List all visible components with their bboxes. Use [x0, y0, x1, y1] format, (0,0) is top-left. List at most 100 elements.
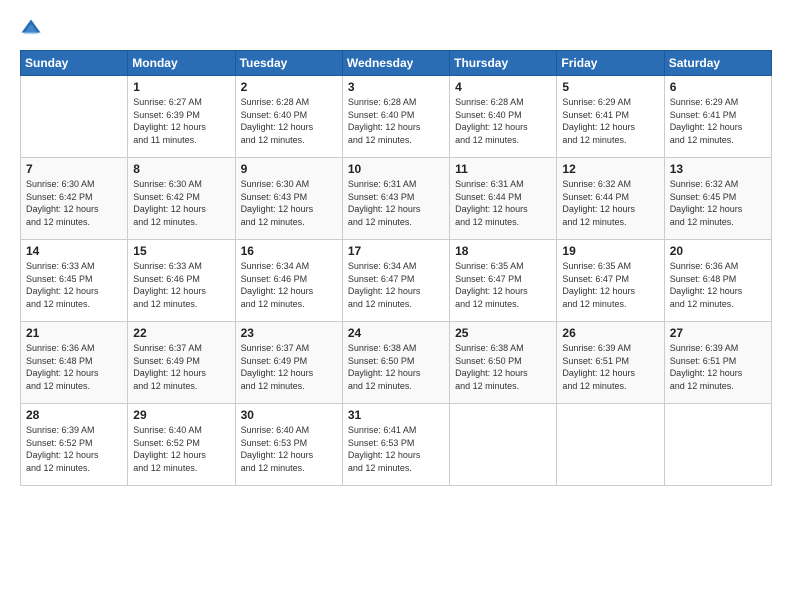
day-info: Sunrise: 6:38 AM Sunset: 6:50 PM Dayligh…: [348, 342, 444, 392]
day-info: Sunrise: 6:30 AM Sunset: 6:43 PM Dayligh…: [241, 178, 337, 228]
header: [20, 18, 772, 40]
day-cell: 22 Sunrise: 6:37 AM Sunset: 6:49 PM Dayli…: [128, 322, 235, 404]
day-number: 22: [133, 326, 229, 340]
day-cell: 11Sunrise: 6:31 AM Sunset: 6:44 PM Dayli…: [450, 158, 557, 240]
day-cell: 1 Sunrise: 6:27 AM Sunset: 6:39 PM Daylig…: [128, 76, 235, 158]
day-info: Sunrise: 6:34 AM Sunset: 6:47 PM Dayligh…: [348, 260, 444, 310]
day-number: 10: [348, 162, 444, 176]
calendar-table: SundayMondayTuesdayWednesdayThursdayFrid…: [20, 50, 772, 486]
day-number: 18: [455, 244, 551, 258]
day-number: 14: [26, 244, 122, 258]
day-cell: 20 Sunrise: 6:36 AM Sunset: 6:48 PM Dayli…: [664, 240, 771, 322]
day-cell: 27 Sunrise: 6:39 AM Sunset: 6:51 PM Dayli…: [664, 322, 771, 404]
day-number: 15: [133, 244, 229, 258]
day-info: Sunrise: 6:33 AM Sunset: 6:46 PM Dayligh…: [133, 260, 229, 310]
day-number: 11: [455, 162, 551, 176]
day-info: Sunrise: 6:30 AM Sunset: 6:42 PM Dayligh…: [26, 178, 122, 228]
day-cell: 28 Sunrise: 6:39 AM Sunset: 6:52 PM Dayli…: [21, 404, 128, 486]
day-number: 28: [26, 408, 122, 422]
week-row-1: 1 Sunrise: 6:27 AM Sunset: 6:39 PM Daylig…: [21, 76, 772, 158]
day-info: Sunrise: 6:39 AM Sunset: 6:52 PM Dayligh…: [26, 424, 122, 474]
day-cell: 2Sunrise: 6:28 AM Sunset: 6:40 PM Daylig…: [235, 76, 342, 158]
day-cell: [557, 404, 664, 486]
day-number: 8: [133, 162, 229, 176]
day-cell: 5 Sunrise: 6:29 AM Sunset: 6:41 PM Daylig…: [557, 76, 664, 158]
weekday-header-friday: Friday: [557, 51, 664, 76]
day-number: 6: [670, 80, 766, 94]
day-info: Sunrise: 6:37 AM Sunset: 6:49 PM Dayligh…: [133, 342, 229, 392]
day-cell: 17 Sunrise: 6:34 AM Sunset: 6:47 PM Dayli…: [342, 240, 449, 322]
day-info: Sunrise: 6:32 AM Sunset: 6:45 PM Dayligh…: [670, 178, 766, 228]
day-cell: 9 Sunrise: 6:30 AM Sunset: 6:43 PM Daylig…: [235, 158, 342, 240]
day-number: 9: [241, 162, 337, 176]
weekday-header-row: SundayMondayTuesdayWednesdayThursdayFrid…: [21, 51, 772, 76]
day-cell: 3Sunrise: 6:28 AM Sunset: 6:40 PM Daylig…: [342, 76, 449, 158]
day-number: 21: [26, 326, 122, 340]
day-info: Sunrise: 6:37 AM Sunset: 6:49 PM Dayligh…: [241, 342, 337, 392]
day-info: Sunrise: 6:40 AM Sunset: 6:53 PM Dayligh…: [241, 424, 337, 474]
day-cell: 23 Sunrise: 6:37 AM Sunset: 6:49 PM Dayli…: [235, 322, 342, 404]
day-info: Sunrise: 6:32 AM Sunset: 6:44 PM Dayligh…: [562, 178, 658, 228]
day-info: Sunrise: 6:41 AM Sunset: 6:53 PM Dayligh…: [348, 424, 444, 474]
day-number: 1: [133, 80, 229, 94]
day-cell: 19 Sunrise: 6:35 AM Sunset: 6:47 PM Dayli…: [557, 240, 664, 322]
week-row-2: 7 Sunrise: 6:30 AM Sunset: 6:42 PM Daylig…: [21, 158, 772, 240]
day-cell: 6Sunrise: 6:29 AM Sunset: 6:41 PM Daylig…: [664, 76, 771, 158]
weekday-header-sunday: Sunday: [21, 51, 128, 76]
day-cell: 29 Sunrise: 6:40 AM Sunset: 6:52 PM Dayli…: [128, 404, 235, 486]
day-info: Sunrise: 6:35 AM Sunset: 6:47 PM Dayligh…: [455, 260, 551, 310]
day-number: 17: [348, 244, 444, 258]
day-cell: 25Sunrise: 6:38 AM Sunset: 6:50 PM Dayli…: [450, 322, 557, 404]
calendar-page: SundayMondayTuesdayWednesdayThursdayFrid…: [0, 0, 792, 612]
day-number: 23: [241, 326, 337, 340]
logo-icon: [20, 18, 42, 40]
weekday-header-tuesday: Tuesday: [235, 51, 342, 76]
day-number: 12: [562, 162, 658, 176]
day-info: Sunrise: 6:28 AM Sunset: 6:40 PM Dayligh…: [348, 96, 444, 146]
day-number: 5: [562, 80, 658, 94]
day-number: 24: [348, 326, 444, 340]
weekday-header-thursday: Thursday: [450, 51, 557, 76]
week-row-4: 21 Sunrise: 6:36 AM Sunset: 6:48 PM Dayli…: [21, 322, 772, 404]
day-cell: 14 Sunrise: 6:33 AM Sunset: 6:45 PM Dayli…: [21, 240, 128, 322]
day-cell: [21, 76, 128, 158]
day-info: Sunrise: 6:33 AM Sunset: 6:45 PM Dayligh…: [26, 260, 122, 310]
week-row-3: 14 Sunrise: 6:33 AM Sunset: 6:45 PM Dayli…: [21, 240, 772, 322]
day-number: 16: [241, 244, 337, 258]
day-cell: 13 Sunrise: 6:32 AM Sunset: 6:45 PM Dayli…: [664, 158, 771, 240]
day-info: Sunrise: 6:35 AM Sunset: 6:47 PM Dayligh…: [562, 260, 658, 310]
day-info: Sunrise: 6:30 AM Sunset: 6:42 PM Dayligh…: [133, 178, 229, 228]
day-info: Sunrise: 6:27 AM Sunset: 6:39 PM Dayligh…: [133, 96, 229, 146]
day-info: Sunrise: 6:34 AM Sunset: 6:46 PM Dayligh…: [241, 260, 337, 310]
day-number: 19: [562, 244, 658, 258]
day-info: Sunrise: 6:36 AM Sunset: 6:48 PM Dayligh…: [26, 342, 122, 392]
day-number: 31: [348, 408, 444, 422]
day-cell: 18 Sunrise: 6:35 AM Sunset: 6:47 PM Dayli…: [450, 240, 557, 322]
day-cell: 30 Sunrise: 6:40 AM Sunset: 6:53 PM Dayli…: [235, 404, 342, 486]
day-cell: 8 Sunrise: 6:30 AM Sunset: 6:42 PM Daylig…: [128, 158, 235, 240]
day-info: Sunrise: 6:31 AM Sunset: 6:43 PM Dayligh…: [348, 178, 444, 228]
day-number: 20: [670, 244, 766, 258]
day-cell: 7 Sunrise: 6:30 AM Sunset: 6:42 PM Daylig…: [21, 158, 128, 240]
day-cell: [664, 404, 771, 486]
day-cell: [450, 404, 557, 486]
week-row-5: 28 Sunrise: 6:39 AM Sunset: 6:52 PM Dayli…: [21, 404, 772, 486]
day-number: 13: [670, 162, 766, 176]
weekday-header-wednesday: Wednesday: [342, 51, 449, 76]
day-info: Sunrise: 6:39 AM Sunset: 6:51 PM Dayligh…: [670, 342, 766, 392]
day-info: Sunrise: 6:39 AM Sunset: 6:51 PM Dayligh…: [562, 342, 658, 392]
day-cell: 15 Sunrise: 6:33 AM Sunset: 6:46 PM Dayli…: [128, 240, 235, 322]
day-info: Sunrise: 6:29 AM Sunset: 6:41 PM Dayligh…: [562, 96, 658, 146]
day-number: 7: [26, 162, 122, 176]
day-cell: 21 Sunrise: 6:36 AM Sunset: 6:48 PM Dayli…: [21, 322, 128, 404]
day-info: Sunrise: 6:36 AM Sunset: 6:48 PM Dayligh…: [670, 260, 766, 310]
day-number: 27: [670, 326, 766, 340]
day-info: Sunrise: 6:40 AM Sunset: 6:52 PM Dayligh…: [133, 424, 229, 474]
day-cell: 31 Sunrise: 6:41 AM Sunset: 6:53 PM Dayli…: [342, 404, 449, 486]
day-cell: 4Sunrise: 6:28 AM Sunset: 6:40 PM Daylig…: [450, 76, 557, 158]
day-number: 30: [241, 408, 337, 422]
logo: [20, 18, 47, 40]
day-number: 29: [133, 408, 229, 422]
day-cell: 26Sunrise: 6:39 AM Sunset: 6:51 PM Dayli…: [557, 322, 664, 404]
day-info: Sunrise: 6:28 AM Sunset: 6:40 PM Dayligh…: [455, 96, 551, 146]
